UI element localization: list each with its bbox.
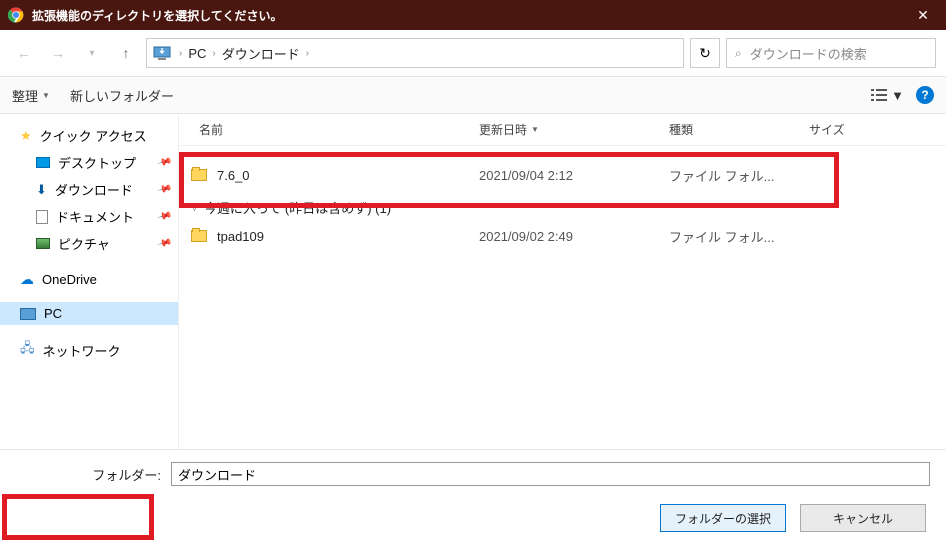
- download-location-icon: [153, 46, 171, 60]
- folder-icon: [191, 230, 207, 242]
- window-title: 拡張機能のディレクトリを選択してください。: [32, 7, 908, 24]
- address-row: ← → ▾ ↑ › PC › ダウンロード › ↻ ⌕ ダウンロードの検索: [0, 30, 946, 76]
- network-icon: 🖧: [20, 339, 35, 361]
- column-size[interactable]: サイズ: [809, 121, 899, 138]
- select-folder-button[interactable]: フォルダーの選択: [660, 504, 786, 532]
- column-header-row: 名前 更新日時▼ 種類 サイズ: [179, 114, 946, 146]
- help-button[interactable]: ?: [916, 86, 934, 104]
- breadcrumb-sep-icon: ›: [177, 48, 184, 59]
- folder-icon: [191, 169, 207, 181]
- breadcrumb-sep-icon: ›: [210, 48, 217, 59]
- sidebar-pc[interactable]: PC: [0, 302, 178, 325]
- chrome-icon: [8, 7, 24, 23]
- nav-back-button[interactable]: ←: [10, 39, 38, 67]
- pin-icon: 📌: [156, 155, 172, 171]
- dialog-footer: フォルダー: フォルダーの選択 キャンセル: [0, 449, 946, 544]
- pc-icon: [20, 308, 36, 320]
- sidebar-desktop[interactable]: デスクトップ📌: [0, 149, 178, 176]
- new-folder-button[interactable]: 新しいフォルダー: [70, 86, 174, 105]
- folder-name-input[interactable]: [171, 462, 930, 486]
- star-icon: ★: [20, 128, 32, 144]
- view-mode-button[interactable]: ▼: [871, 88, 904, 103]
- download-icon: ⬇: [36, 182, 47, 198]
- sidebar: ★クイック アクセス デスクトップ📌 ⬇ダウンロード📌 ドキュメント📌 ピクチャ…: [0, 114, 178, 449]
- list-item[interactable]: 7.6_0 2021/09/04 2:12 ファイル フォル...: [179, 160, 946, 190]
- close-button[interactable]: ✕: [908, 7, 938, 24]
- search-icon: ⌕: [735, 46, 742, 61]
- cancel-button[interactable]: キャンセル: [800, 504, 926, 532]
- details-view-icon: [871, 88, 887, 102]
- titlebar: 拡張機能のディレクトリを選択してください。 ✕: [0, 0, 946, 30]
- refresh-button[interactable]: ↻: [690, 38, 720, 68]
- pin-icon: 📌: [156, 182, 172, 198]
- list-group-header[interactable]: ▽今週に入って (昨日は含めず) (1): [179, 190, 946, 221]
- pin-icon: 📌: [156, 236, 172, 252]
- file-list: 名前 更新日時▼ 種類 サイズ 7.6_0 2021/09/04 2:12 ファ…: [178, 114, 946, 449]
- document-icon: [36, 210, 48, 224]
- column-date[interactable]: 更新日時▼: [479, 121, 669, 138]
- column-name[interactable]: 名前: [179, 121, 479, 138]
- list-item[interactable]: tpad109 2021/09/02 2:49 ファイル フォル...: [179, 221, 946, 251]
- pictures-icon: [36, 238, 50, 249]
- nav-recent-button[interactable]: ▾: [78, 39, 106, 67]
- sidebar-onedrive[interactable]: ☁OneDrive: [0, 267, 178, 292]
- caret-down-icon: ▽: [191, 202, 198, 213]
- annotation-highlight: [2, 494, 154, 540]
- breadcrumb-pc[interactable]: PC: [184, 46, 210, 61]
- sidebar-downloads[interactable]: ⬇ダウンロード📌: [0, 176, 178, 203]
- sidebar-pictures[interactable]: ピクチャ📌: [0, 230, 178, 257]
- address-bar[interactable]: › PC › ダウンロード ›: [146, 38, 684, 68]
- organize-menu[interactable]: 整理▼: [12, 86, 50, 105]
- search-placeholder: ダウンロードの検索: [750, 44, 867, 63]
- sidebar-quick-access[interactable]: ★クイック アクセス: [0, 122, 178, 149]
- sort-descending-icon: ▼: [531, 125, 539, 134]
- sidebar-network[interactable]: 🖧ネットワーク: [0, 335, 178, 365]
- breadcrumb-sep-icon: ›: [304, 48, 311, 59]
- toolbar: 整理▼ 新しいフォルダー ▼ ?: [0, 76, 946, 114]
- search-input[interactable]: ⌕ ダウンロードの検索: [726, 38, 936, 68]
- column-type[interactable]: 種類: [669, 121, 809, 138]
- pin-icon: 📌: [156, 209, 172, 225]
- breadcrumb-folder[interactable]: ダウンロード: [218, 44, 304, 63]
- desktop-icon: [36, 157, 50, 168]
- sidebar-documents[interactable]: ドキュメント📌: [0, 203, 178, 230]
- nav-forward-button[interactable]: →: [44, 39, 72, 67]
- nav-up-button[interactable]: ↑: [112, 39, 140, 67]
- onedrive-icon: ☁: [20, 271, 34, 288]
- folder-field-label: フォルダー:: [16, 465, 171, 484]
